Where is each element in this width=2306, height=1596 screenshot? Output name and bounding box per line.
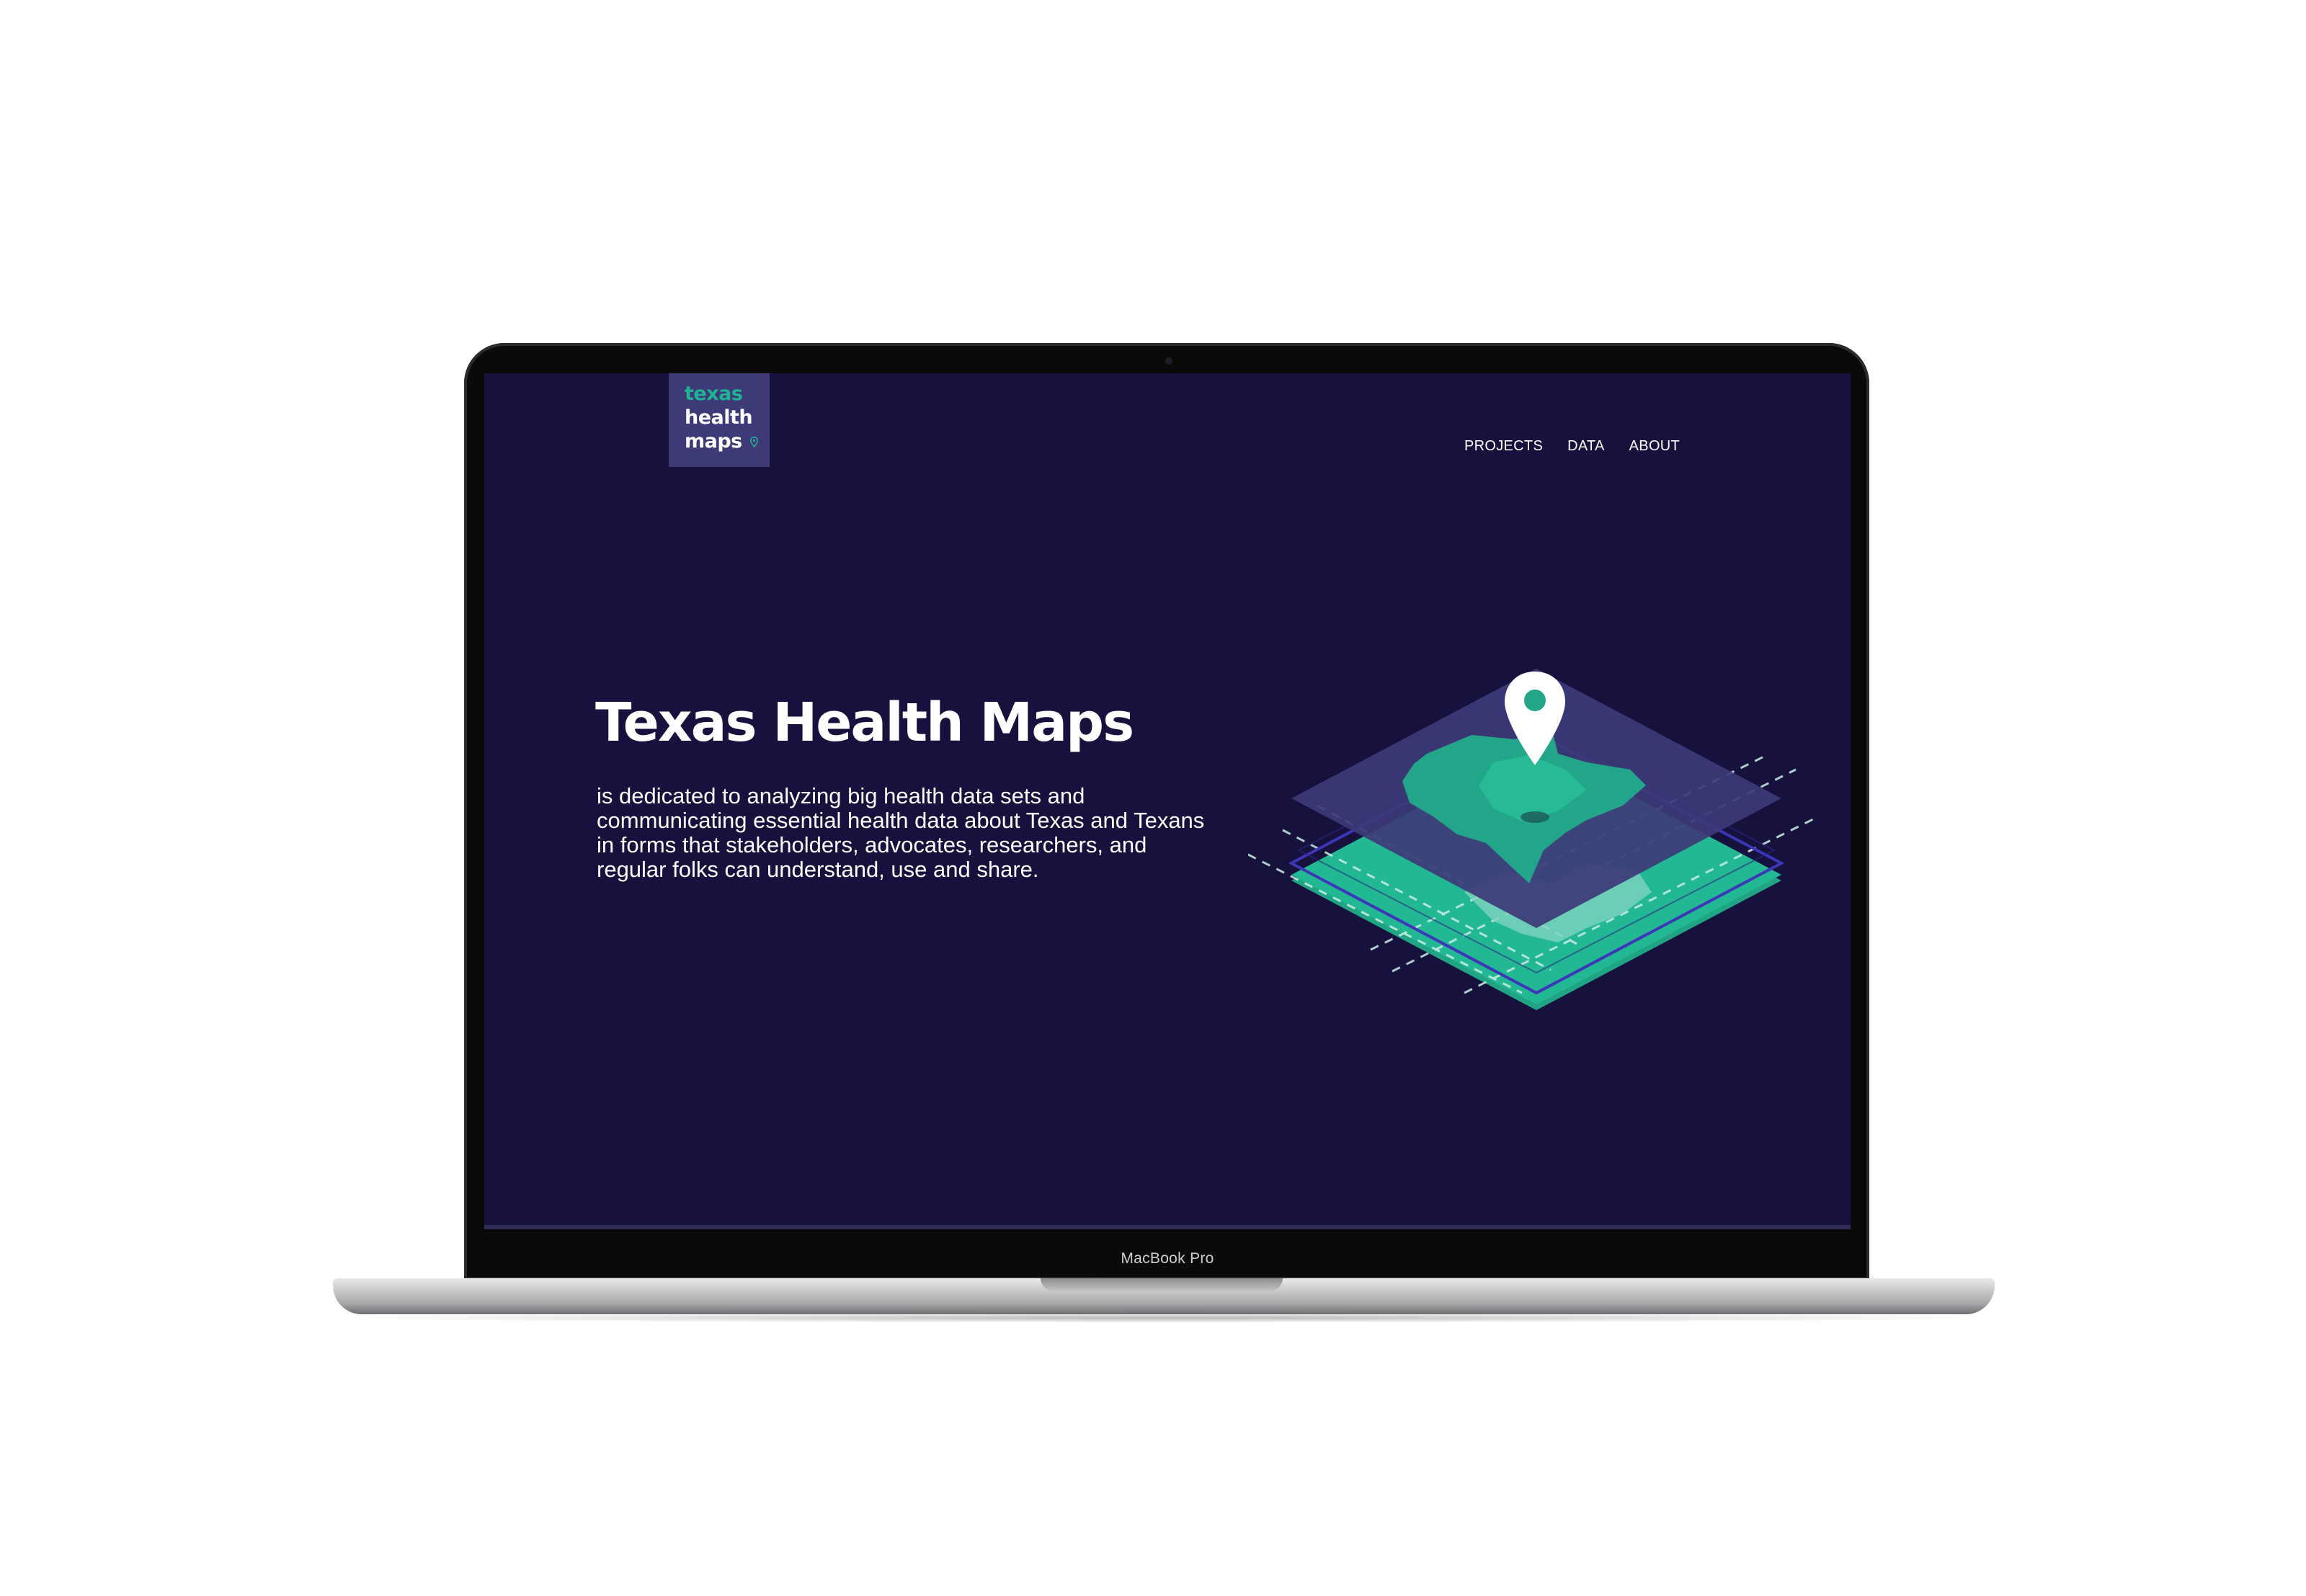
logo-text-maps-row: maps [685, 429, 770, 453]
camera-icon [1165, 357, 1172, 365]
screen-bezel-edge [484, 1225, 1851, 1229]
layered-texas-map-icon [1248, 669, 1818, 1010]
hero-title: Texas Health Maps [595, 692, 1134, 754]
main-navigation: PROJECTS DATA ABOUT [1464, 438, 1680, 455]
logo-text-health: health [685, 406, 753, 429]
nav-data[interactable]: DATA [1567, 438, 1605, 455]
nav-about[interactable]: ABOUT [1629, 438, 1680, 455]
nav-projects[interactable]: PROJECTS [1464, 438, 1543, 455]
laptop-opening-notch [1041, 1278, 1283, 1291]
hero-description: is dedicated to analyzing big health dat… [597, 783, 1205, 882]
device-label: MacBook Pro [1121, 1250, 1214, 1267]
browser-viewport: texas health maps PROJECTS DATA ABOUT Te… [484, 373, 1851, 1228]
logo-text-texas: texas [685, 383, 743, 405]
site-logo[interactable]: texas health maps [669, 373, 770, 467]
map-pin-icon [749, 437, 758, 447]
laptop-shadow [317, 1313, 2011, 1323]
logo-text-maps: maps [685, 430, 742, 453]
